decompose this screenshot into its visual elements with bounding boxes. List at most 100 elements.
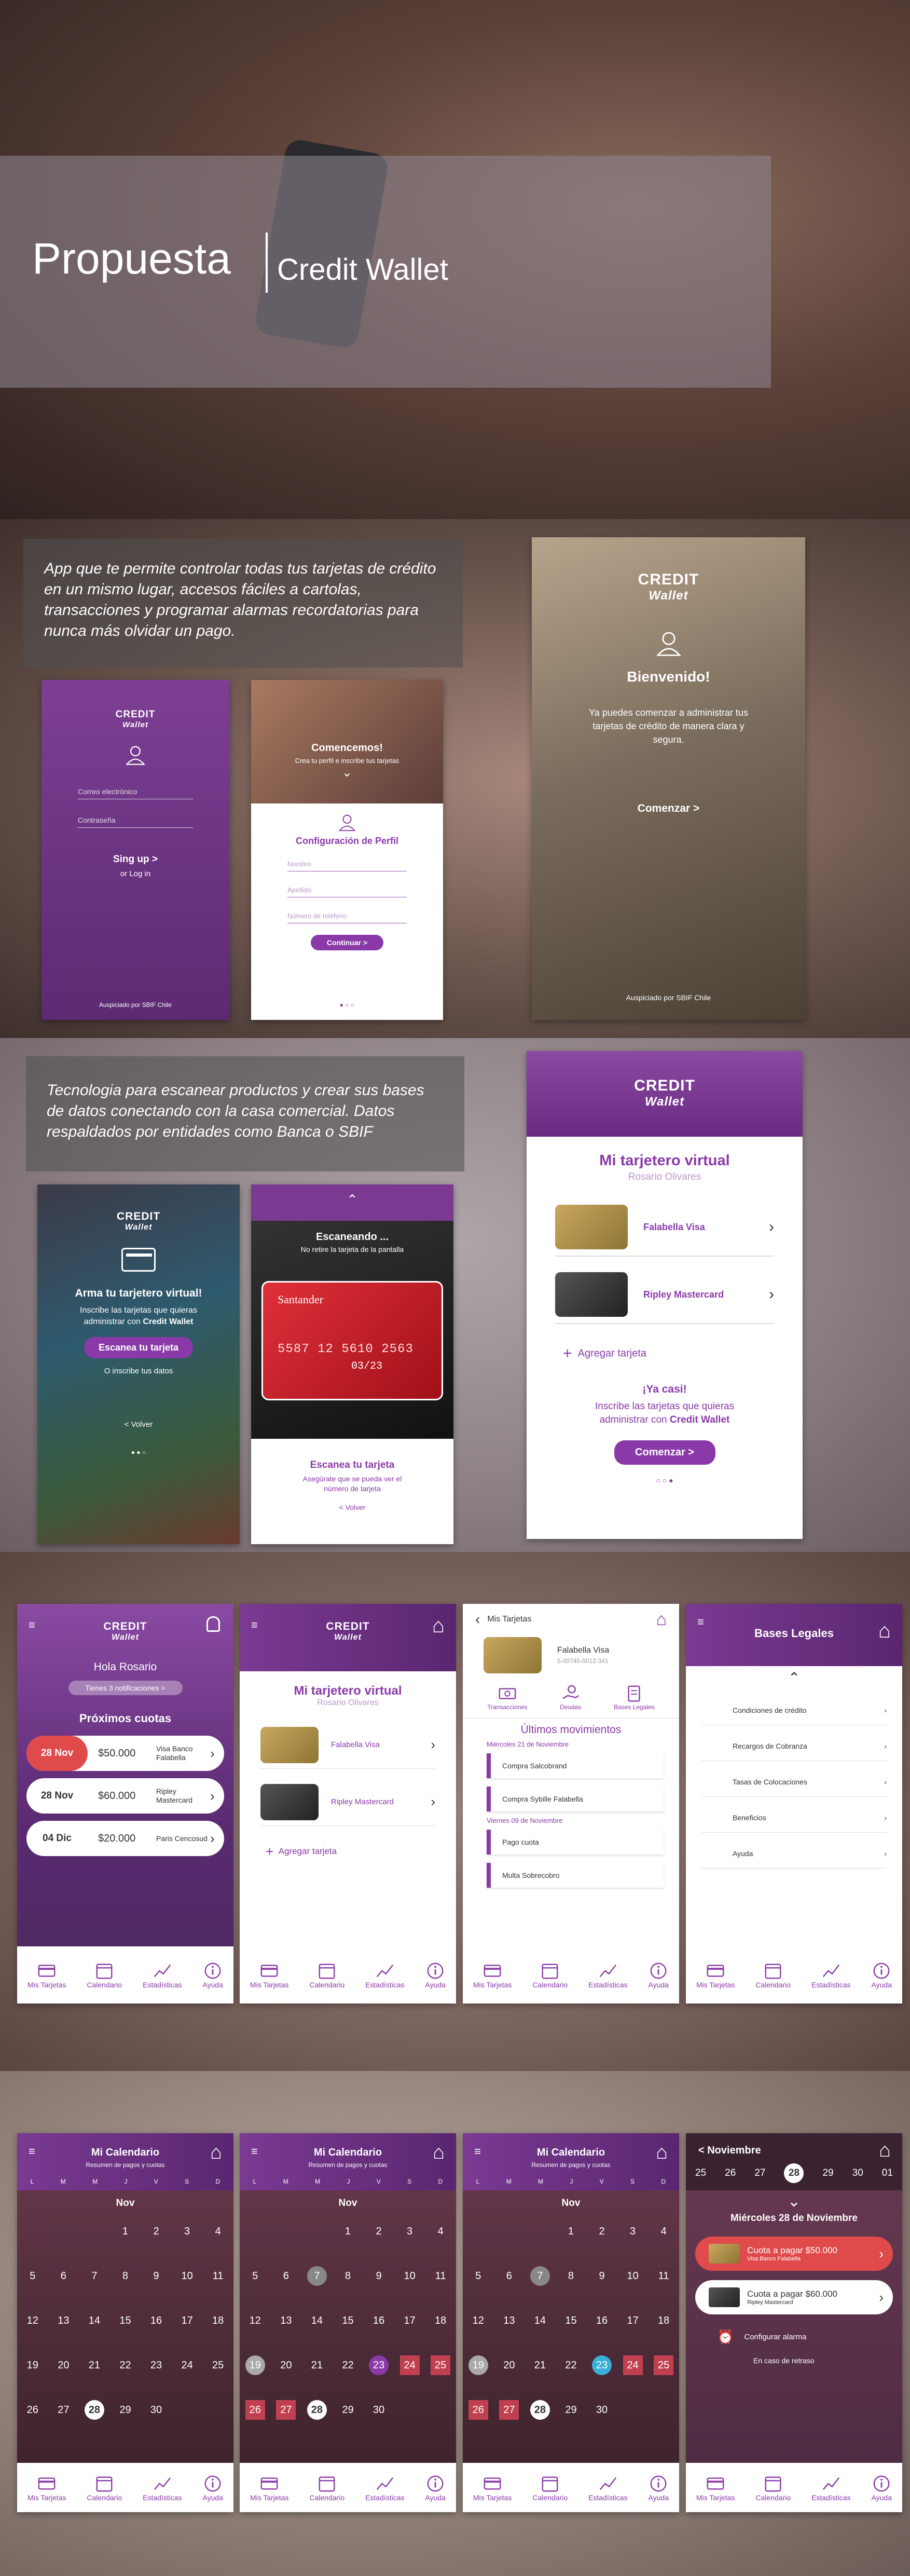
nav-calendar[interactable]: Calendario bbox=[87, 1961, 122, 1989]
calendar-day[interactable]: 20 bbox=[499, 2360, 519, 2371]
calendar-day[interactable]: 30 bbox=[592, 2404, 612, 2416]
calendar-day[interactable]: 26 bbox=[23, 2404, 43, 2416]
calendar-day[interactable]: 20 bbox=[53, 2360, 73, 2371]
calendar-day[interactable]: 28 bbox=[530, 2400, 550, 2420]
calendar-day[interactable]: 10 bbox=[177, 2270, 197, 2282]
calendar-day[interactable]: 27 bbox=[276, 2400, 296, 2420]
upcoming-row[interactable]: 28 Nov $60.000 Ripley Mastercard › bbox=[26, 1778, 224, 1814]
calendar-day[interactable]: 3 bbox=[623, 2226, 643, 2238]
nav-stats[interactable]: Estadísticas bbox=[365, 2474, 405, 2502]
nav-stats[interactable]: Estadísticas bbox=[588, 1961, 628, 1989]
card-row-falabella[interactable]: Falabella Visa › bbox=[260, 1721, 435, 1769]
calendar-day[interactable]: 10 bbox=[400, 2270, 420, 2282]
month-title[interactable]: < Noviembre bbox=[698, 2145, 761, 2157]
add-card-button[interactable]: + Agregar tarjeta bbox=[563, 1345, 803, 1362]
nav-cards[interactable]: Mis Tarjetas bbox=[250, 2474, 288, 2502]
legal-item[interactable]: Beneficios › bbox=[701, 1803, 887, 1833]
calendar-day[interactable]: 29 bbox=[338, 2404, 357, 2416]
calendar-day[interactable]: 2 bbox=[592, 2226, 612, 2238]
nav-cards[interactable]: Mis Tarjetas bbox=[27, 1961, 66, 1989]
debts-button[interactable]: Deudas bbox=[560, 1684, 582, 1711]
calendar-day[interactable]: 6 bbox=[276, 2270, 296, 2282]
calendar-day[interactable]: 12 bbox=[245, 2315, 265, 2327]
calendar-day[interactable]: 11 bbox=[208, 2270, 228, 2282]
nav-cards[interactable]: Mis Tarjetas bbox=[696, 1961, 735, 1989]
home-icon[interactable]: ⌂ bbox=[210, 2142, 222, 2164]
back-title[interactable]: Mis Tarjetas bbox=[487, 1615, 656, 1624]
legal-item[interactable]: Tasas de Colocaciones › bbox=[701, 1767, 887, 1797]
calendar-day[interactable]: 12 bbox=[23, 2315, 43, 2327]
legal-item[interactable]: Condiciones de crédito › bbox=[701, 1696, 887, 1725]
calendar-day[interactable]: 4 bbox=[654, 2226, 673, 2238]
nav-help[interactable]: Ayuda bbox=[872, 2474, 892, 2502]
alarm-button[interactable]: ⏰ Configurar alarma bbox=[717, 2329, 902, 2345]
calendar-day[interactable]: 20 bbox=[276, 2360, 296, 2371]
calendar-day[interactable]: 4 bbox=[208, 2226, 228, 2238]
calendar-day[interactable]: 3 bbox=[400, 2226, 420, 2238]
calendar-day[interactable]: 11 bbox=[654, 2270, 673, 2282]
calendar-day[interactable]: 2 bbox=[369, 2226, 389, 2238]
calendar-day[interactable]: 21 bbox=[85, 2360, 104, 2371]
calendar-day[interactable]: 15 bbox=[561, 2315, 581, 2327]
calendar-day[interactable]: 16 bbox=[592, 2315, 612, 2327]
nav-stats[interactable]: Estadísticas bbox=[143, 2474, 182, 2502]
back-link[interactable]: Volver bbox=[346, 1503, 366, 1511]
nav-stats[interactable]: Estadísticas bbox=[811, 2474, 851, 2502]
calendar-day[interactable]: 17 bbox=[400, 2315, 420, 2327]
calendar-day[interactable]: 22 bbox=[115, 2360, 135, 2371]
nav-calendar[interactable]: Calendario bbox=[532, 1961, 568, 1989]
calendar-day[interactable]: 22 bbox=[561, 2360, 581, 2371]
nav-stats[interactable]: Estadísticas bbox=[811, 1961, 851, 1989]
calendar-day[interactable]: 24 bbox=[177, 2360, 197, 2371]
chevron-up-icon[interactable]: ⌃ bbox=[347, 1192, 358, 1207]
calendar-day[interactable]: 19 bbox=[245, 2355, 265, 2375]
nav-calendar[interactable]: Calendario bbox=[755, 2474, 791, 2502]
calendar-day[interactable]: 4 bbox=[431, 2226, 450, 2238]
nav-stats[interactable]: Estadísticas bbox=[588, 2474, 628, 2502]
home-icon[interactable]: ⌂ bbox=[656, 1610, 667, 1630]
calendar-day[interactable]: 7 bbox=[530, 2266, 550, 2286]
chevron-up-icon[interactable]: ⌃ bbox=[686, 1669, 902, 1686]
legal-button[interactable]: Bases Legales bbox=[614, 1684, 655, 1711]
calendar-day[interactable]: 1 bbox=[115, 2226, 135, 2238]
phone-field[interactable]: Número de teléfono bbox=[287, 909, 407, 923]
home-icon[interactable]: ⌂ bbox=[432, 1614, 445, 1638]
calendar-day[interactable]: 17 bbox=[177, 2315, 197, 2327]
calendar-day[interactable]: 17 bbox=[623, 2315, 643, 2327]
calendar-day[interactable]: 18 bbox=[208, 2315, 228, 2327]
nav-calendar[interactable]: Calendario bbox=[87, 2474, 122, 2502]
payment-row[interactable]: Cuota a pagar $60.000 Ripley Mastercard › bbox=[695, 2280, 893, 2314]
login-link[interactable]: or Log in bbox=[42, 869, 229, 878]
nav-calendar[interactable]: Calendario bbox=[755, 1961, 791, 1989]
calendar-day[interactable]: 24 bbox=[399, 2355, 420, 2375]
calendar-day[interactable]: 1 bbox=[338, 2226, 357, 2238]
payment-row[interactable]: Cuota a pagar $50.000 Visa Banco Falabell… bbox=[695, 2237, 893, 2271]
calendar-day[interactable]: 27 bbox=[53, 2404, 73, 2416]
calendar-day[interactable]: 8 bbox=[561, 2270, 581, 2282]
name-field[interactable]: Nombre bbox=[287, 857, 407, 871]
calendar-day[interactable]: 29 bbox=[115, 2404, 135, 2416]
calendar-day[interactable]: 16 bbox=[369, 2315, 389, 2327]
nav-help[interactable]: Ayuda bbox=[649, 2474, 669, 2502]
calendar-day[interactable]: 28 bbox=[307, 2400, 327, 2420]
email-field[interactable]: Correo electrónico bbox=[78, 784, 193, 799]
calendar-day[interactable]: 22 bbox=[338, 2360, 357, 2371]
calendar-day[interactable]: 15 bbox=[115, 2315, 135, 2327]
lastname-field[interactable]: Apellido bbox=[287, 883, 407, 897]
card-row-ripley[interactable]: Ripley Mastercard › bbox=[260, 1778, 435, 1826]
calendar-day[interactable]: 28 bbox=[84, 2400, 104, 2420]
calendar-day[interactable]: 14 bbox=[530, 2315, 550, 2327]
calendar-day[interactable]: 6 bbox=[499, 2270, 519, 2282]
nav-calendar[interactable]: Calendario bbox=[309, 2474, 344, 2502]
calendar-day[interactable]: 23 bbox=[592, 2355, 612, 2375]
nav-stats[interactable]: Estadísticas bbox=[143, 1961, 182, 1989]
notifications-pill[interactable]: Tienes 3 notificaciones > bbox=[68, 1681, 183, 1695]
calendar-day[interactable]: 16 bbox=[146, 2315, 166, 2327]
calendar-day[interactable]: 1 bbox=[561, 2226, 581, 2238]
calendar-day[interactable]: 3 bbox=[177, 2226, 197, 2238]
nav-help[interactable]: Ayuda bbox=[203, 2474, 223, 2502]
continue-button[interactable]: Continuar > bbox=[311, 935, 383, 950]
calendar-day[interactable]: 21 bbox=[307, 2360, 327, 2371]
chevron-left-icon[interactable]: ‹ bbox=[475, 1611, 480, 1628]
upcoming-row[interactable]: 28 Nov $50.000 Visa Banco Falabella › bbox=[26, 1736, 224, 1771]
